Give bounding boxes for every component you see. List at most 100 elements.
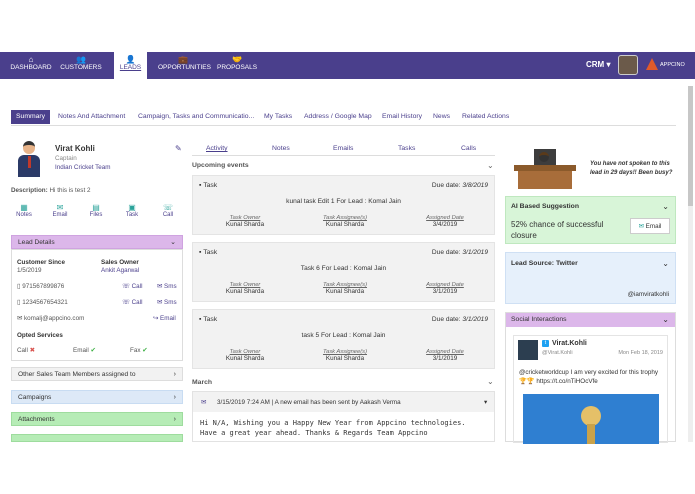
team-members-header[interactable]: Other Sales Team Members assigned to › (11, 367, 183, 381)
profile-avatar-icon (16, 141, 42, 179)
edit-icon[interactable]: ✎ (175, 144, 182, 153)
customer-since-label: Customer Since (17, 259, 65, 266)
task-assignee: Task Assignee(s) Kunal Sharda (305, 215, 385, 228)
task-type: Task (203, 249, 218, 256)
chevron-down-icon[interactable]: ⌄ (662, 202, 669, 211)
nav-customers[interactable]: 👥 CUSTOMERS (60, 52, 102, 79)
tab-my-tasks[interactable]: My Tasks (264, 110, 292, 124)
tab-related-actions[interactable]: Related Actions (462, 110, 509, 124)
activity-tab-emails[interactable]: Emails (333, 145, 353, 152)
email-link[interactable]: ↪ Email (153, 315, 176, 322)
task-card[interactable]: ▪ Task Due date: 3/1/2019 Task 6 For Lea… (192, 242, 495, 302)
files-icon: ▤ (92, 203, 100, 212)
opted-label: Fax (130, 347, 141, 354)
tab-notes-attachment[interactable]: Notes And Attachment (58, 110, 125, 124)
nav-proposals[interactable]: 🤝 PROPOSALS (217, 52, 257, 79)
chevron-down-icon[interactable]: ⌄ (487, 377, 494, 386)
brand-name: APPCINO (660, 62, 685, 68)
page-scrollbar[interactable] (688, 86, 693, 442)
busy-message: You have not spoken to this lead in 29 d… (590, 161, 673, 176)
lead-source-panel: Lead Source: Twitter ⌄ @iamviratkohli (505, 252, 676, 304)
profile-title: Captain (55, 155, 77, 162)
ai-email-button[interactable]: ✉ Email (630, 218, 670, 234)
users-icon: 👥 (76, 55, 86, 64)
nav-label: DASHBOARD (10, 64, 52, 71)
chevron-down-icon: ⌄ (170, 239, 176, 246)
files-action[interactable]: ▤ Files (85, 203, 107, 218)
check-icon: ✔ (90, 347, 96, 354)
col-value: 3/1/2019 (432, 355, 458, 362)
email-activity-card[interactable]: ✉ 3/15/2019 7:24 AM | A new email has be… (192, 391, 495, 442)
sms-phone-1[interactable]: ✉ Sms (157, 283, 177, 290)
call-phone-2[interactable]: ☏ Call (122, 299, 142, 306)
nav-leads[interactable]: 👤 LEADS (114, 52, 147, 80)
opted-email: Email ✔ (73, 347, 96, 354)
caret-down-icon[interactable]: ▾ (484, 399, 487, 406)
next-section-header[interactable] (11, 434, 183, 442)
task-type: Task (203, 316, 218, 323)
avatar[interactable] (618, 55, 638, 75)
crm-dropdown[interactable]: CRM ▾ (586, 60, 610, 69)
email-label: Email (160, 315, 176, 322)
col-value: Kunal Sharda (225, 288, 265, 295)
task-card[interactable]: ▪ Task Due date: 3/8/2019 kunal task Edi… (192, 175, 495, 235)
due-label: Due date: (431, 249, 461, 256)
opted-call: Call ✖ (17, 347, 35, 354)
tweet-card[interactable]: t Virat.Kohli @Virat.Kohli Mon Feb 18, 2… (513, 335, 668, 444)
col-value: Kunal Sharda (325, 288, 365, 295)
tweet-date: Mon Feb 18, 2019 (618, 350, 663, 356)
task-owner: Task Owner Kunal Sharda (205, 215, 285, 228)
tab-campaign-tasks[interactable]: Campaign, Tasks and Communicatio... (138, 110, 254, 124)
email-activity-title: 3/15/2019 7:24 AM | A new email has been… (217, 399, 401, 406)
handshake-icon: 🤝 (232, 55, 242, 64)
task-title: kunal task Edit 1 For Lead : Komal Jain (286, 198, 401, 205)
chevron-down-icon[interactable]: ⌄ (662, 259, 669, 268)
call-action[interactable]: ☏ Call (157, 203, 179, 218)
notes-action[interactable]: ▦ Notes (13, 203, 35, 218)
lead-details-header[interactable]: Lead Details ⌄ (11, 235, 183, 249)
task-action[interactable]: ▣ Task (121, 203, 143, 218)
email-icon: ✉ (56, 203, 64, 212)
activity-tab-tasks[interactable]: Tasks (398, 145, 415, 152)
busy-illustration-icon (512, 145, 578, 191)
tab-email-history[interactable]: Email History (382, 110, 422, 124)
activity-tab-calls[interactable]: Calls (461, 145, 476, 152)
envelope-icon: ✉ (201, 399, 207, 406)
chevron-down-icon[interactable]: ⌄ (487, 161, 494, 170)
call-label: Call (131, 283, 143, 290)
tab-address-map[interactable]: Address / Google Map (304, 110, 372, 124)
col-value: 3/1/2019 (432, 288, 458, 295)
nav-opportunities[interactable]: 💼 OPPORTUNITIES (158, 52, 211, 79)
tab-news[interactable]: News (433, 110, 450, 124)
task-assignee: Task Assignee(s) Kunal Sharda (305, 282, 385, 295)
email-action[interactable]: ✉ Email (49, 203, 71, 218)
envelope-icon: ✉ (17, 315, 23, 322)
tweet-name: Virat.Kohli (552, 340, 587, 347)
appcino-logo-icon (646, 58, 658, 70)
due-date: 3/1/2019 (462, 316, 488, 323)
email-activity-body: Hi N/A, Wishing you a Happy New Year fro… (200, 419, 466, 437)
activity-tab-activity[interactable]: Activity (206, 145, 228, 152)
col-value: Kunal Sharda (225, 355, 265, 362)
sales-owner-label: Sales Owner (101, 259, 139, 266)
quick-actions: ▦ Notes ✉ Email ▤ Files ▣ Task ☏ Call (11, 203, 183, 225)
chevron-right-icon: › (173, 394, 176, 401)
task-icon: ▪ (199, 316, 202, 323)
attachments-header[interactable]: Attachments › (11, 412, 183, 426)
task-card[interactable]: ▪ Task Due date: 3/1/2019 task 5 For Lea… (192, 309, 495, 369)
twitter-handle[interactable]: @iamviratkohli (628, 291, 669, 298)
section-title: Lead Details (18, 239, 55, 246)
section-title: Other Sales Team Members assigned to (18, 371, 136, 378)
task-title: task 5 For Lead : Komal Jain (301, 332, 386, 339)
task-icon: ▣ (128, 203, 136, 212)
campaigns-header[interactable]: Campaigns › (11, 390, 183, 404)
chevron-down-icon[interactable]: ⌄ (662, 315, 669, 324)
due-date: 3/1/2019 (462, 249, 488, 256)
activity-tab-notes[interactable]: Notes (272, 145, 290, 152)
sms-phone-2[interactable]: ✉ Sms (157, 299, 177, 306)
nav-dashboard[interactable]: ⌂ DASHBOARD (8, 52, 54, 79)
description-label: Description: (11, 187, 48, 194)
tab-summary[interactable]: Summary (11, 110, 51, 124)
section-title: Attachments (18, 416, 55, 423)
call-phone-1[interactable]: ☏ Call (122, 283, 142, 290)
